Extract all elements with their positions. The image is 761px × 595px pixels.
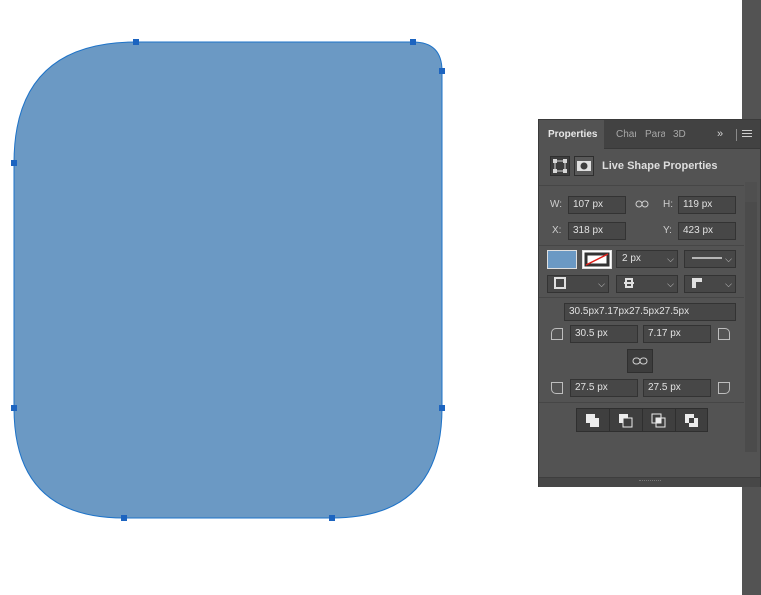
shape-properties-icon[interactable] [550,156,570,176]
chevron-down-icon: ⌵ [667,279,674,289]
stroke-color-swatch[interactable] [582,250,612,269]
stroke-width-dropdown[interactable]: 2 px ⌵ [616,250,678,268]
tab-separator [736,129,737,141]
height-label: H: [663,199,673,210]
intersect-shapes-icon[interactable] [643,409,676,431]
panel-title: Live Shape Properties [602,160,718,172]
corner-bottom-right-field[interactable]: 27.5 px [643,379,711,397]
properties-panel: Properties Char Para 3D » Live Shape Pro… [538,119,761,487]
fill-color-swatch[interactable] [547,250,577,269]
panel-tab-bar: Properties Char Para 3D » [539,120,760,149]
anchor-point[interactable] [11,160,17,166]
exclude-overlap-icon[interactable] [676,409,709,431]
link-corner-radius-button[interactable] [627,349,653,373]
corner-top-right-field[interactable]: 7.17 px [643,325,711,343]
corner-top-left-field[interactable]: 30.5 px [570,325,638,343]
x-label: X: [552,225,562,236]
section-divider [539,245,744,246]
section-divider [539,402,744,403]
anchor-point[interactable] [329,515,335,521]
anchor-point[interactable] [439,68,445,74]
width-label: W: [550,199,563,210]
solid-line-icon [692,257,722,259]
stroke-align-icon [554,277,566,289]
chevron-down-icon: ⌵ [725,254,732,264]
width-field[interactable]: 107 px [568,196,626,214]
anchor-point[interactable] [410,39,416,45]
link-icon [632,357,648,365]
chevron-down-icon: ⌵ [598,279,605,289]
anchor-point[interactable] [439,405,445,411]
anchor-point[interactable] [121,515,127,521]
stroke-join-icon [692,278,702,288]
resize-grip-icon[interactable] [639,480,661,483]
link-dimensions-icon[interactable] [635,199,649,209]
section-divider [539,297,744,298]
panel-scrollbar[interactable] [745,182,757,452]
panel-scrollbar-thumb[interactable] [745,182,757,202]
stroke-cap-dropdown[interactable]: ⌵ [616,275,678,293]
expand-tabs-icon[interactable]: » [717,120,723,149]
corner-bottom-right-icon [718,382,730,394]
panel-menu-icon[interactable] [742,130,752,139]
corner-top-right-icon [718,328,730,340]
x-position-field[interactable]: 318 px [568,222,626,240]
tab-3d[interactable]: 3D [673,120,691,149]
section-divider [539,185,744,186]
combine-shapes-icon[interactable] [577,409,610,431]
tab-character[interactable]: Char [616,120,636,149]
tab-properties[interactable]: Properties [539,120,604,149]
stroke-style-dropdown[interactable]: ⌵ [684,250,736,268]
tab-paragraph[interactable]: Para [645,120,665,149]
mask-properties-icon[interactable] [574,156,594,176]
subtract-front-icon[interactable] [610,409,643,431]
height-field[interactable]: 119 px [678,196,736,214]
y-position-field[interactable]: 423 px [678,222,736,240]
chevron-down-icon: ⌵ [725,279,732,289]
stroke-width-value: 2 px [622,253,641,264]
stroke-align-dropdown[interactable]: ⌵ [547,275,609,293]
corner-bottom-left-field[interactable]: 27.5 px [570,379,638,397]
y-label: Y: [663,225,672,236]
corner-radii-combined-field[interactable]: 30.5px7.17px27.5px27.5px [564,303,736,321]
chevron-down-icon: ⌵ [667,254,674,264]
corner-bottom-left-icon [551,382,563,394]
stroke-cap-icon [624,278,634,288]
anchor-point[interactable] [133,39,139,45]
stroke-join-dropdown[interactable]: ⌵ [684,275,736,293]
path-operations-group [576,408,708,432]
anchor-point[interactable] [11,405,17,411]
corner-top-left-icon [551,328,563,340]
rounded-rectangle-shape[interactable] [13,41,443,519]
